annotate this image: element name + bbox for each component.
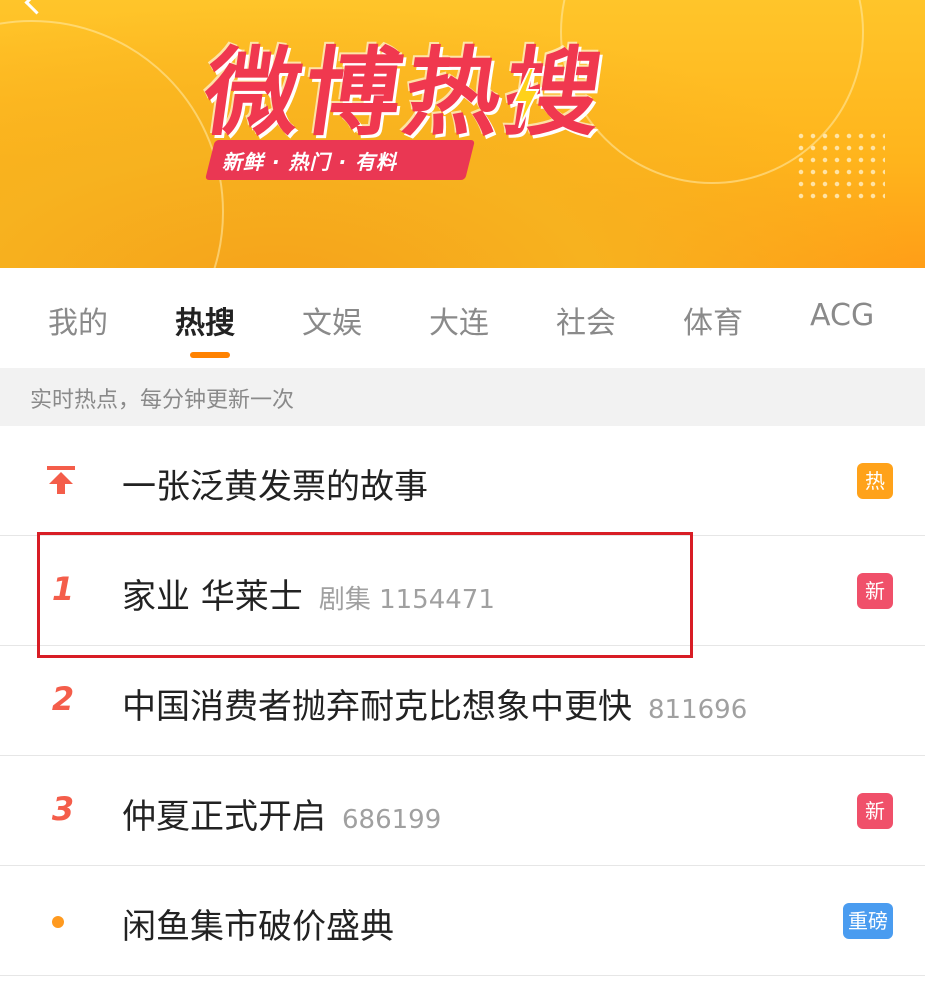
hot-search-item-3[interactable]: 3 仲夏正式开启 686199 新 xyxy=(0,756,925,866)
tab-sports[interactable]: 体育 xyxy=(683,298,743,342)
tab-society[interactable]: 社会 xyxy=(556,298,616,342)
rank-number: 2 xyxy=(51,680,75,718)
item-title: 闲鱼集市破价盛典 xyxy=(122,907,394,947)
featured-badge: 重磅 xyxy=(843,903,893,939)
item-meta: 686199 xyxy=(342,805,442,835)
hot-search-item-2[interactable]: 2 中国消费者抛弃耐克比想象中更快 811696 xyxy=(0,646,925,756)
item-title: 一张泛黄发票的故事 xyxy=(122,467,428,507)
tab-mine[interactable]: 我的 xyxy=(48,298,108,342)
divider xyxy=(0,975,925,976)
banner-decor-ring xyxy=(0,20,224,268)
logo-title: 微博热搜 xyxy=(197,37,613,149)
highlight-box xyxy=(37,532,693,658)
pin-top-icon xyxy=(47,466,75,494)
new-badge: 新 xyxy=(857,793,893,829)
hot-search-banner: 微博热搜 新鲜 · 热门 · 有料 xyxy=(0,0,925,268)
item-title: 仲夏正式开启 686199 xyxy=(122,797,442,837)
hot-search-item-pinned[interactable]: 一张泛黄发票的故事 热 xyxy=(0,426,925,536)
tab-entertainment[interactable]: 文娱 xyxy=(302,298,362,342)
update-notice-bar: 实时热点，每分钟更新一次 xyxy=(0,368,925,426)
bullet-dot-icon xyxy=(52,916,64,928)
lightning-bolt-icon xyxy=(512,68,540,128)
back-arrow-icon[interactable] xyxy=(24,0,49,15)
active-tab-indicator xyxy=(190,352,230,358)
slogan-text: 新鲜 · 热门 · 有料 xyxy=(222,150,398,174)
tab-acg[interactable]: ACG xyxy=(810,298,874,333)
hot-search-item-promoted[interactable]: 闲鱼集市破价盛典 重磅 xyxy=(0,866,925,976)
item-title: 中国消费者抛弃耐克比想象中更快 811696 xyxy=(122,687,748,727)
hot-badge: 热 xyxy=(857,463,893,499)
tab-hot-search[interactable]: 热搜 xyxy=(175,298,235,342)
item-meta: 811696 xyxy=(648,695,748,725)
category-tabs: 我的 热搜 文娱 大连 社会 体育 ACG xyxy=(0,268,925,368)
new-badge: 新 xyxy=(857,573,893,609)
banner-decor-dots xyxy=(795,130,885,200)
tab-dalian[interactable]: 大连 xyxy=(429,298,489,342)
rank-number: 3 xyxy=(51,790,75,828)
update-notice-text: 实时热点，每分钟更新一次 xyxy=(30,388,295,413)
